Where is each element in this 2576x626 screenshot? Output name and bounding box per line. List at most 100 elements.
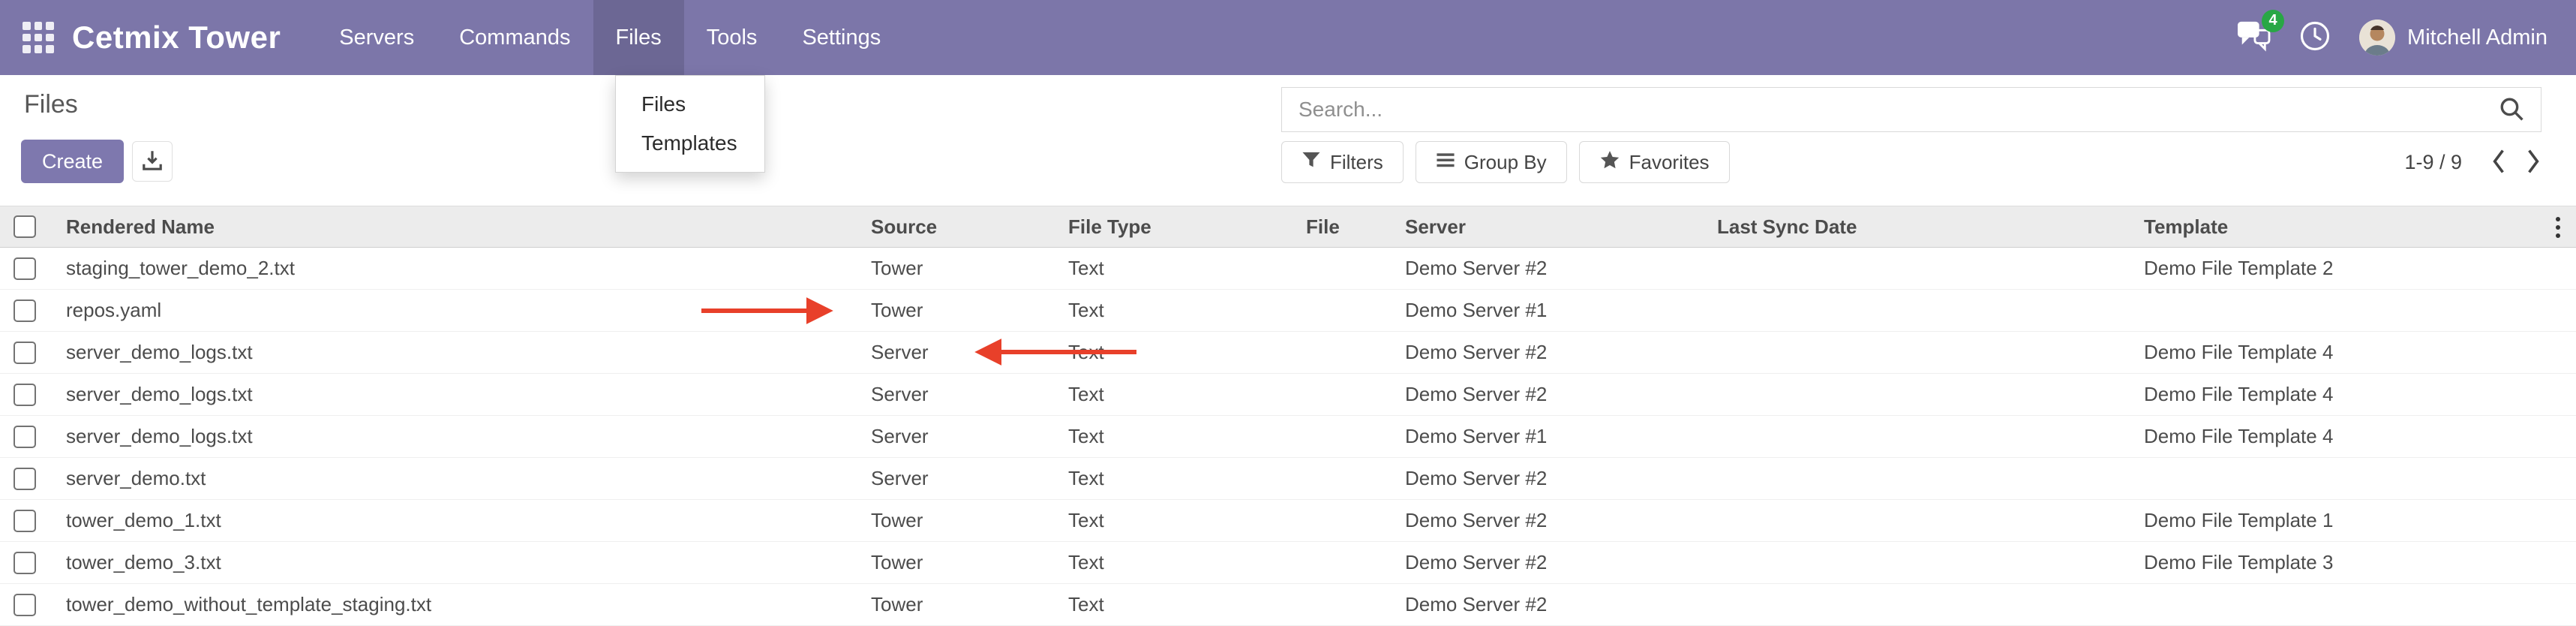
cell-template[interactable] <box>2127 290 2576 331</box>
dropdown-item-templates[interactable]: Templates <box>616 124 764 163</box>
create-button[interactable]: Create <box>21 140 124 183</box>
column-header-file-type[interactable]: File Type <box>1052 206 1290 247</box>
menu-tools[interactable]: Tools <box>684 0 780 75</box>
messages-button[interactable]: 4 <box>2236 20 2271 56</box>
cell-last-sync-date[interactable] <box>1701 500 2127 541</box>
cell-last-sync-date[interactable] <box>1701 248 2127 289</box>
filters-button[interactable]: Filters <box>1281 141 1404 183</box>
cell-rendered-name[interactable]: tower_demo_3.txt <box>50 542 854 583</box>
cell-last-sync-date[interactable] <box>1701 542 2127 583</box>
column-header-file[interactable]: File <box>1290 206 1389 247</box>
table-row[interactable]: server_demo.txt Server Text Demo Server … <box>0 458 2576 500</box>
cell-file[interactable] <box>1290 290 1389 331</box>
cell-source[interactable]: Tower <box>854 248 1052 289</box>
cell-source[interactable]: Tower <box>854 542 1052 583</box>
column-header-source[interactable]: Source <box>854 206 1052 247</box>
cell-source[interactable]: Tower <box>854 500 1052 541</box>
dropdown-item-files[interactable]: Files <box>616 85 764 124</box>
menu-files[interactable]: Files <box>593 0 684 75</box>
cell-file[interactable] <box>1290 500 1389 541</box>
cell-file-type[interactable]: Text <box>1052 290 1290 331</box>
cell-template[interactable] <box>2127 458 2576 499</box>
cell-last-sync-date[interactable] <box>1701 584 2127 625</box>
cell-server[interactable]: Demo Server #2 <box>1389 542 1701 583</box>
cell-last-sync-date[interactable] <box>1701 290 2127 331</box>
cell-template[interactable]: Demo File Template 2 <box>2127 248 2576 289</box>
cell-template[interactable]: Demo File Template 4 <box>2127 374 2576 415</box>
cell-server[interactable]: Demo Server #1 <box>1389 290 1701 331</box>
cell-file-type[interactable]: Text <box>1052 248 1290 289</box>
cell-source[interactable]: Server <box>854 332 1052 373</box>
cell-last-sync-date[interactable] <box>1701 332 2127 373</box>
cell-server[interactable]: Demo Server #2 <box>1389 458 1701 499</box>
cell-file[interactable] <box>1290 332 1389 373</box>
cell-file[interactable] <box>1290 458 1389 499</box>
cell-template[interactable]: Demo File Template 1 <box>2127 500 2576 541</box>
cell-rendered-name[interactable]: server_demo_logs.txt <box>50 374 854 415</box>
cell-last-sync-date[interactable] <box>1701 416 2127 457</box>
cell-template[interactable]: Demo File Template 4 <box>2127 332 2576 373</box>
group-by-button[interactable]: Group By <box>1416 141 1567 183</box>
cell-server[interactable]: Demo Server #2 <box>1389 500 1701 541</box>
cell-server[interactable]: Demo Server #2 <box>1389 374 1701 415</box>
cell-file-type[interactable]: Text <box>1052 332 1290 373</box>
table-row[interactable]: repos.yaml Tower Text Demo Server #1 <box>0 290 2576 332</box>
cell-file-type[interactable]: Text <box>1052 542 1290 583</box>
cell-file[interactable] <box>1290 248 1389 289</box>
cell-rendered-name[interactable]: server_demo_logs.txt <box>50 416 854 457</box>
cell-server[interactable]: Demo Server #2 <box>1389 332 1701 373</box>
cell-file-type[interactable]: Text <box>1052 416 1290 457</box>
menu-servers[interactable]: Servers <box>317 0 437 75</box>
table-row[interactable]: server_demo_logs.txt Server Text Demo Se… <box>0 416 2576 458</box>
table-row[interactable]: staging_tower_demo_2.txt Tower Text Demo… <box>0 248 2576 290</box>
cell-rendered-name[interactable]: tower_demo_1.txt <box>50 500 854 541</box>
table-row[interactable]: tower_demo_1.txt Tower Text Demo Server … <box>0 500 2576 542</box>
table-row[interactable]: tower_demo_without_template_staging.txt … <box>0 584 2576 626</box>
cell-source[interactable]: Server <box>854 458 1052 499</box>
cell-server[interactable]: Demo Server #2 <box>1389 584 1701 625</box>
apps-grid-icon[interactable] <box>23 22 54 53</box>
cell-template[interactable] <box>2127 584 2576 625</box>
menu-commands[interactable]: Commands <box>437 0 593 75</box>
cell-source[interactable]: Tower <box>854 584 1052 625</box>
cell-source[interactable]: Server <box>854 416 1052 457</box>
column-header-server[interactable]: Server <box>1389 206 1701 247</box>
cell-file-type[interactable]: Text <box>1052 374 1290 415</box>
cell-last-sync-date[interactable] <box>1701 458 2127 499</box>
cell-rendered-name[interactable]: server_demo.txt <box>50 458 854 499</box>
export-button[interactable] <box>132 141 173 182</box>
row-checkbox[interactable] <box>14 594 36 616</box>
cell-rendered-name[interactable]: server_demo_logs.txt <box>50 332 854 373</box>
cell-rendered-name[interactable]: staging_tower_demo_2.txt <box>50 248 854 289</box>
row-checkbox[interactable] <box>14 384 36 406</box>
row-checkbox[interactable] <box>14 510 36 532</box>
cell-template[interactable]: Demo File Template 4 <box>2127 416 2576 457</box>
cell-file-type[interactable]: Text <box>1052 458 1290 499</box>
select-all-checkbox[interactable] <box>14 215 36 238</box>
row-checkbox[interactable] <box>14 468 36 490</box>
activities-button[interactable] <box>2299 20 2331 56</box>
cell-file[interactable] <box>1290 374 1389 415</box>
row-checkbox[interactable] <box>14 426 36 448</box>
menu-settings[interactable]: Settings <box>779 0 903 75</box>
cell-server[interactable]: Demo Server #2 <box>1389 248 1701 289</box>
table-row[interactable]: server_demo_logs.txt Server Text Demo Se… <box>0 374 2576 416</box>
user-menu[interactable]: Mitchell Admin <box>2359 20 2547 56</box>
search-input[interactable] <box>1282 88 2494 131</box>
cell-source[interactable]: Tower <box>854 290 1052 331</box>
search-submit-button[interactable] <box>2494 95 2529 125</box>
cell-file[interactable] <box>1290 416 1389 457</box>
row-checkbox[interactable] <box>14 342 36 364</box>
cell-file-type[interactable]: Text <box>1052 584 1290 625</box>
row-checkbox[interactable] <box>14 257 36 280</box>
row-checkbox[interactable] <box>14 299 36 322</box>
favorites-button[interactable]: Favorites <box>1579 141 1730 183</box>
cell-last-sync-date[interactable] <box>1701 374 2127 415</box>
column-header-last-sync-date[interactable]: Last Sync Date <box>1701 206 2127 247</box>
table-row[interactable]: server_demo_logs.txt Server Text Demo Se… <box>0 332 2576 374</box>
optional-columns-toggle-icon[interactable] <box>2540 206 2576 248</box>
cell-source[interactable]: Server <box>854 374 1052 415</box>
column-header-template[interactable]: Template <box>2127 206 2576 247</box>
pager-previous-button[interactable] <box>2481 141 2516 183</box>
cell-server[interactable]: Demo Server #1 <box>1389 416 1701 457</box>
